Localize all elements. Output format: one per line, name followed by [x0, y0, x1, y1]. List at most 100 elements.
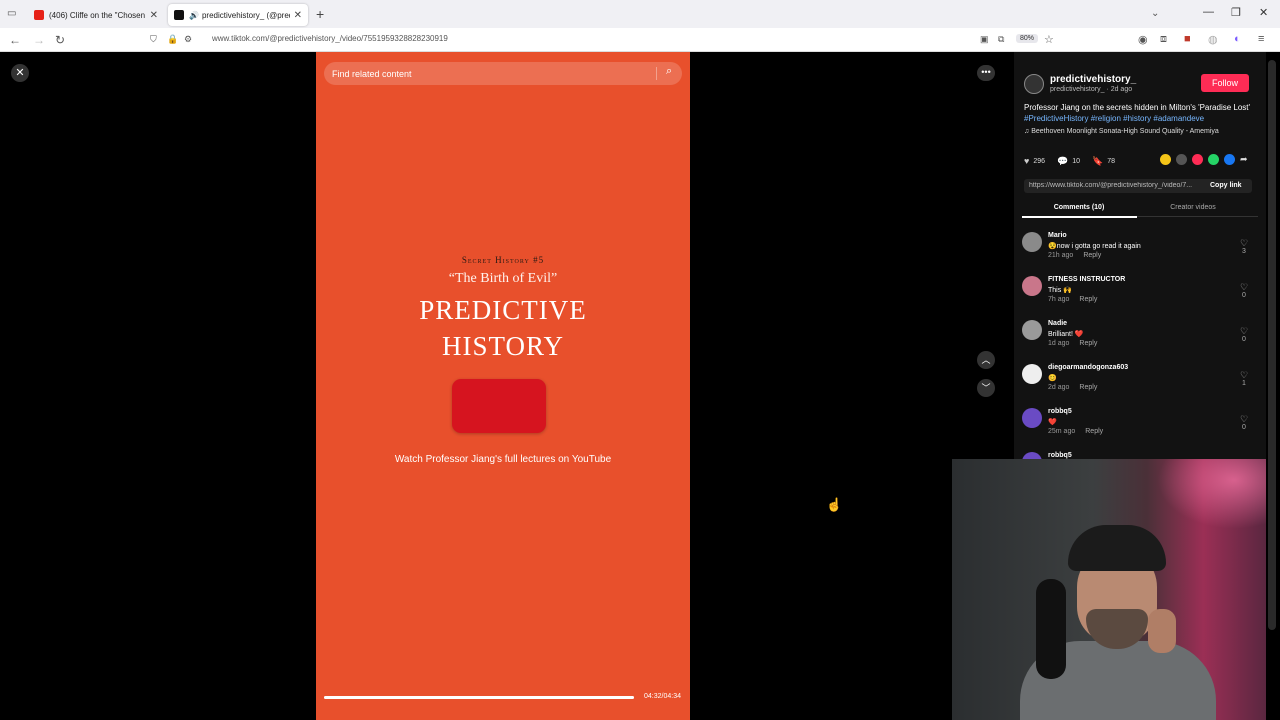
- send-icon[interactable]: [1192, 154, 1203, 165]
- minimize-icon[interactable]: —: [1203, 6, 1214, 18]
- comment-text: 😊: [1048, 375, 1057, 382]
- whatsapp-icon[interactable]: [1208, 154, 1219, 165]
- coin-icon[interactable]: [1160, 154, 1171, 165]
- comment-time: 7h ago: [1048, 296, 1070, 303]
- like-stat[interactable]: ♥ 296: [1024, 156, 1045, 166]
- reply-button[interactable]: Reply: [1085, 428, 1103, 435]
- tab-creator-videos[interactable]: Creator videos: [1136, 204, 1250, 211]
- share-arrow-icon[interactable]: ➦: [1240, 154, 1251, 165]
- video-timecode: 04:32/04:34: [644, 693, 681, 700]
- video-title-line1: PREDICTIVE: [419, 295, 587, 325]
- next-video-button[interactable]: ﹀: [977, 379, 995, 397]
- comment-avatar[interactable]: [1022, 408, 1042, 428]
- video-caption: Watch Professor Jiang's full lectures on…: [394, 454, 612, 465]
- video-progress-bar[interactable]: [324, 696, 634, 699]
- music-title: Beethoven Moonlight Sonata-High Sound Qu…: [1031, 128, 1219, 135]
- comment-like-count: 1: [1242, 380, 1246, 387]
- close-window-icon[interactable]: ✕: [1259, 6, 1268, 19]
- comment-like-count: 0: [1242, 424, 1246, 431]
- reply-button[interactable]: Reply: [1079, 296, 1097, 303]
- restore-icon[interactable]: ❐: [1231, 6, 1241, 19]
- tab-comments[interactable]: Comments (10): [1022, 204, 1136, 211]
- save-stat[interactable]: 🔖 78: [1092, 156, 1115, 167]
- browser-tab-bar: ▭ (406) Cliffe on the "Chosen Peo... ✕ 🔊…: [0, 0, 1280, 28]
- comment-avatar[interactable]: [1022, 276, 1042, 296]
- comment-user[interactable]: robbq5: [1048, 408, 1072, 415]
- hashtags-link[interactable]: #PredictiveHistory #religion #history #a…: [1024, 114, 1204, 123]
- picture-in-picture-icon[interactable]: ▣: [980, 34, 989, 45]
- shield-icon[interactable]: ⛉: [150, 34, 157, 45]
- list-all-tabs-icon[interactable]: ⌄: [1151, 8, 1159, 19]
- facebook-icon[interactable]: [1224, 154, 1235, 165]
- comment-user[interactable]: Nadie: [1048, 320, 1067, 327]
- follow-button[interactable]: Follow: [1201, 74, 1249, 92]
- comment-avatar[interactable]: [1022, 364, 1042, 384]
- embed-icon[interactable]: [1176, 154, 1187, 165]
- tab-tiktok[interactable]: 🔊 predictivehistory_ (@predic... ✕: [168, 4, 308, 26]
- lock-icon[interactable]: 🔒: [167, 34, 178, 45]
- tab-list-icon[interactable]: ▭: [7, 8, 16, 19]
- address-bar[interactable]: www.tiktok.com/@predictivehistory_/video…: [212, 34, 448, 43]
- heart-icon: ♥: [1024, 156, 1030, 166]
- comment-like-count: 3: [1242, 248, 1246, 255]
- comment-user[interactable]: Mario: [1048, 232, 1067, 239]
- comment-user[interactable]: robbq5: [1048, 452, 1072, 459]
- comment-user[interactable]: FITNESS INSTRUCTOR: [1048, 276, 1125, 283]
- music-info[interactable]: ♫ Beethoven Moonlight Sonata-High Sound …: [1024, 128, 1219, 135]
- more-options-button[interactable]: •••: [977, 65, 995, 81]
- forward-icon[interactable]: →: [33, 33, 45, 47]
- related-search-box[interactable]: ⌕: [324, 62, 682, 85]
- search-icon[interactable]: ⌕: [666, 65, 672, 78]
- previous-video-button[interactable]: ︿: [977, 351, 995, 369]
- video-link[interactable]: https://www.tiktok.com/@predictivehistor…: [1029, 182, 1201, 189]
- reply-button[interactable]: Reply: [1079, 384, 1097, 391]
- comment-avatar[interactable]: [1022, 232, 1042, 252]
- close-tab-icon[interactable]: ✕: [294, 10, 302, 21]
- comment-item: Nadie Brilliant! ❤️ 1d ago Reply ♡ 0: [1022, 320, 1258, 362]
- comment-item: robbq5 ❤️ 25m ago Reply ♡ 0: [1022, 408, 1258, 450]
- comment-item: FITNESS INSTRUCTOR This 🙌 7h ago Reply ♡ …: [1022, 276, 1258, 318]
- screenshot-icon[interactable]: ⧉: [998, 34, 1004, 45]
- copy-link-button[interactable]: Copy link: [1210, 182, 1242, 189]
- account-icon[interactable]: ◉: [1138, 33, 1148, 46]
- creator-avatar[interactable]: [1024, 74, 1044, 94]
- related-search-input[interactable]: [332, 66, 652, 81]
- comment-avatar[interactable]: [1022, 320, 1042, 340]
- comment-meta: 25m ago Reply: [1048, 428, 1103, 435]
- comment-time: 1d ago: [1048, 340, 1070, 347]
- extension-gray-icon[interactable]: ◍: [1208, 33, 1218, 46]
- youtube-favicon-icon: [34, 10, 44, 20]
- page-scrollbar[interactable]: [1268, 60, 1276, 630]
- video-title: PREDICTIVE HISTORY: [316, 292, 690, 364]
- hand-cursor-icon: ☝: [826, 497, 843, 512]
- bookmark-icon: 🔖: [1092, 155, 1104, 166]
- zoom-level[interactable]: 80%: [1016, 34, 1039, 43]
- close-video-button[interactable]: ✕: [11, 64, 29, 82]
- comment-time: 25m ago: [1048, 428, 1076, 435]
- permissions-icon[interactable]: ⚙: [184, 34, 192, 45]
- browser-nav-bar: ← → ↻ ⛉ 🔒 ⚙ www.tiktok.com/@predictivehi…: [0, 28, 1280, 52]
- creator-username[interactable]: predictivehistory_: [1050, 74, 1136, 85]
- video-link-box: https://www.tiktok.com/@predictivehistor…: [1024, 179, 1252, 193]
- comment-meta: 2d ago Reply: [1048, 384, 1097, 391]
- reply-button[interactable]: Reply: [1083, 252, 1101, 259]
- extension-red-icon[interactable]: ■: [1184, 33, 1191, 45]
- comment-user[interactable]: diegoarmandogonza603: [1048, 364, 1128, 371]
- extension-purple-icon[interactable]: ◐: [1234, 33, 1241, 45]
- new-tab-button[interactable]: +: [316, 6, 324, 22]
- menu-icon[interactable]: ≡: [1258, 33, 1264, 45]
- tab-youtube[interactable]: (406) Cliffe on the "Chosen Peo... ✕: [28, 4, 164, 26]
- tiktok-favicon-icon: [174, 10, 184, 20]
- extensions-icon[interactable]: ⧈: [1160, 33, 1167, 46]
- webcam-microphone: [1036, 579, 1066, 679]
- reload-icon[interactable]: ↻: [55, 33, 65, 47]
- bookmark-star-icon[interactable]: ☆: [1044, 33, 1054, 46]
- close-tab-icon[interactable]: ✕: [150, 10, 158, 21]
- back-icon[interactable]: ←: [9, 33, 21, 47]
- webcam-person-hand: [1148, 609, 1176, 653]
- speaker-icon[interactable]: 🔊: [189, 11, 199, 20]
- reply-button[interactable]: Reply: [1079, 340, 1097, 347]
- video-player[interactable]: ⌕ Secret History #5 “The Birth of Evil” …: [316, 52, 690, 720]
- video-subtitle: “The Birth of Evil”: [448, 271, 558, 286]
- comment-stat[interactable]: 💬 10: [1057, 156, 1080, 167]
